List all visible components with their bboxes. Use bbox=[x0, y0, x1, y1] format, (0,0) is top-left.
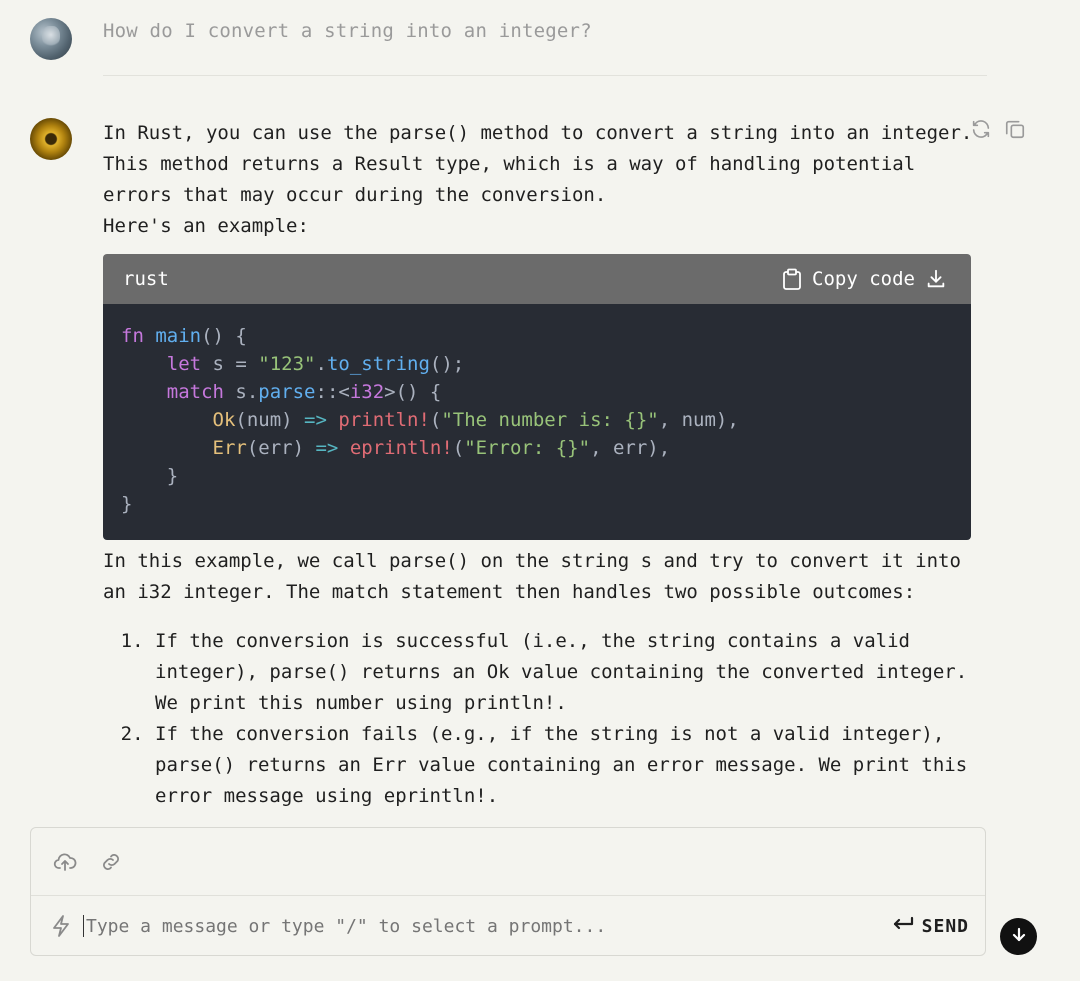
copy-code-button[interactable]: Copy code bbox=[782, 264, 945, 295]
code-block: rust Copy code fn main() { let s = "123"… bbox=[103, 254, 971, 540]
bot-avatar bbox=[30, 118, 72, 160]
code-content: fn main() { let s = "123".to_string(); m… bbox=[103, 304, 971, 540]
assistant-message: In Rust, you can use the parse() method … bbox=[103, 118, 973, 812]
list-item: If the conversion fails (e.g., if the st… bbox=[155, 719, 973, 812]
outcomes-list: If the conversion is successful (i.e., t… bbox=[103, 626, 973, 812]
return-icon bbox=[892, 916, 914, 937]
composer-input-row: SEND bbox=[31, 896, 985, 956]
clipboard-icon bbox=[782, 268, 802, 290]
scroll-to-bottom-button[interactable] bbox=[1000, 918, 1037, 955]
bolt-icon[interactable] bbox=[51, 914, 71, 938]
user-message: How do I convert a string into an intege… bbox=[103, 20, 592, 42]
arrow-down-icon bbox=[1011, 927, 1027, 947]
code-header: rust Copy code bbox=[103, 254, 971, 304]
copy-code-label: Copy code bbox=[812, 267, 915, 290]
upload-cloud-icon[interactable] bbox=[53, 850, 77, 874]
copy-message-icon[interactable] bbox=[1004, 118, 1026, 140]
download-icon[interactable] bbox=[925, 268, 945, 290]
answer-explanation: In this example, we call parse() on the … bbox=[103, 550, 961, 603]
regenerate-icon[interactable] bbox=[970, 118, 992, 140]
link-icon[interactable] bbox=[99, 850, 123, 874]
message-input[interactable] bbox=[83, 915, 892, 937]
code-language: rust bbox=[123, 267, 169, 290]
composer-toolbar bbox=[31, 828, 985, 896]
message-actions bbox=[970, 118, 1026, 140]
divider bbox=[103, 75, 987, 76]
send-button[interactable]: SEND bbox=[892, 916, 969, 937]
answer-intro: In Rust, you can use the parse() method … bbox=[103, 122, 973, 237]
send-label: SEND bbox=[921, 915, 969, 937]
list-item: If the conversion is successful (i.e., t… bbox=[155, 626, 973, 719]
message-composer: SEND bbox=[30, 827, 986, 956]
user-avatar bbox=[30, 18, 72, 60]
